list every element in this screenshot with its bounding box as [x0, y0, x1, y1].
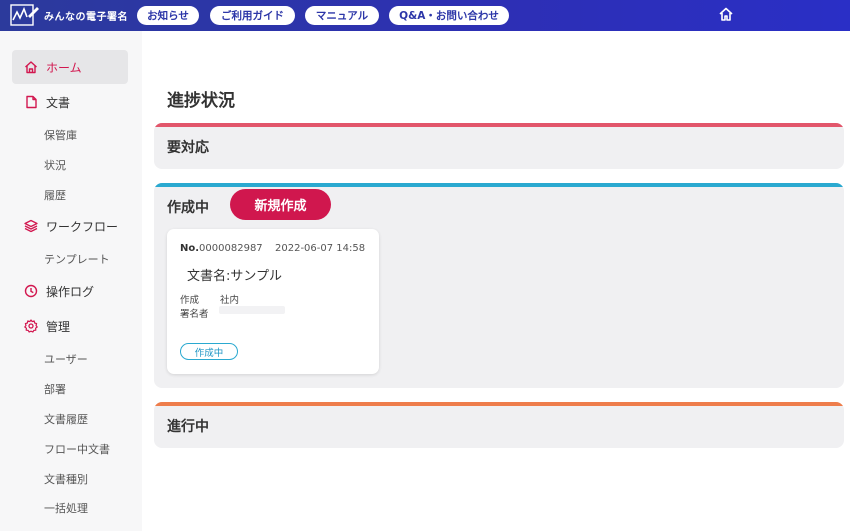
document-icon	[24, 95, 38, 109]
sidebar-item-home[interactable]: ホーム	[12, 50, 128, 84]
nav-qa-contact-button[interactable]: Q&A・お問い合わせ	[389, 6, 509, 25]
section-accent-bar	[154, 183, 844, 187]
nav-guide-button[interactable]: ご利用ガイド	[210, 6, 295, 25]
sidebar-subitem-bulk-processing[interactable]: 一括処理	[44, 500, 88, 516]
card-number-value: 0000082987	[199, 243, 263, 254]
sidebar-subitem-flow-documents[interactable]: フロー中文書	[44, 441, 110, 457]
sidebar-item-workflow[interactable]: ワークフロー	[12, 209, 128, 243]
app-logo[interactable]: みんなの電子署名	[10, 4, 128, 26]
status-badge: 作成中	[180, 343, 238, 360]
card-number-label: No.	[180, 243, 200, 254]
section-title: 作成中	[167, 200, 209, 216]
layers-icon	[24, 219, 38, 233]
gear-icon	[24, 319, 38, 333]
card-signer-redacted	[219, 306, 285, 314]
card-creator-value: 社内	[220, 295, 240, 306]
sidebar-subitem-template[interactable]: テンプレート	[44, 251, 110, 267]
sidebar-subitem-history[interactable]: 履歴	[44, 187, 66, 203]
sidebar-subitem-storage[interactable]: 保管庫	[44, 127, 77, 143]
sidebar-item-label: 操作ログ	[46, 284, 95, 299]
main-content: 進捗状況 要対応 作成中 新規作成 No.0000082987 2022-06-…	[142, 31, 850, 531]
nav-manual-button[interactable]: マニュアル	[305, 6, 379, 25]
nav-news-button[interactable]: お知らせ	[137, 6, 199, 25]
section-title: 進行中	[167, 419, 209, 435]
sidebar-subitem-departments[interactable]: 部署	[44, 381, 66, 397]
document-card[interactable]: No.0000082987 2022-06-07 14:58 文書名:サンプル …	[167, 229, 379, 374]
logo-text: みんなの電子署名	[44, 11, 128, 23]
page-title: 進捗状況	[167, 91, 235, 111]
sidebar-subitem-document-types[interactable]: 文書種別	[44, 471, 88, 487]
sidebar-subitem-status[interactable]: 状況	[44, 157, 66, 173]
sidebar-item-label: ワークフロー	[46, 219, 119, 234]
section-action-required: 要対応	[154, 123, 844, 169]
home-icon[interactable]	[718, 6, 734, 22]
sidebar-subitem-users[interactable]: ユーザー	[44, 351, 88, 367]
card-creator-label: 作成	[180, 295, 200, 306]
logo-signature-icon	[10, 4, 40, 26]
sidebar-item-label: 文書	[46, 95, 71, 110]
sidebar-item-label: 管理	[46, 319, 71, 334]
sidebar: ホーム 文書 保管庫 状況 履歴 ワークフロー テンプレート 操作ログ 管理 ユ…	[0, 31, 142, 531]
card-document-name: 文書名:サンプル	[187, 269, 282, 284]
sidebar-item-documents[interactable]: 文書	[12, 85, 128, 119]
card-signer-label: 署名者	[180, 309, 209, 320]
sidebar-item-operation-log[interactable]: 操作ログ	[12, 274, 128, 308]
section-drafting: 作成中 新規作成 No.0000082987 2022-06-07 14:58 …	[154, 183, 844, 388]
card-number: No.0000082987	[180, 243, 263, 254]
section-accent-bar	[154, 402, 844, 406]
clock-icon	[24, 284, 38, 298]
top-navbar: みんなの電子署名 お知らせ ご利用ガイド マニュアル Q&A・お問い合わせ	[0, 0, 850, 31]
section-in-progress: 進行中	[154, 402, 844, 448]
sidebar-subitem-document-history[interactable]: 文書履歴	[44, 411, 88, 427]
card-date: 2022-06-07 14:58	[275, 243, 366, 254]
home-icon	[24, 60, 38, 74]
sidebar-item-admin[interactable]: 管理	[12, 309, 128, 343]
sidebar-item-label: ホーム	[46, 60, 82, 75]
section-accent-bar	[154, 123, 844, 127]
new-document-button[interactable]: 新規作成	[230, 189, 331, 220]
section-title: 要対応	[167, 140, 209, 156]
